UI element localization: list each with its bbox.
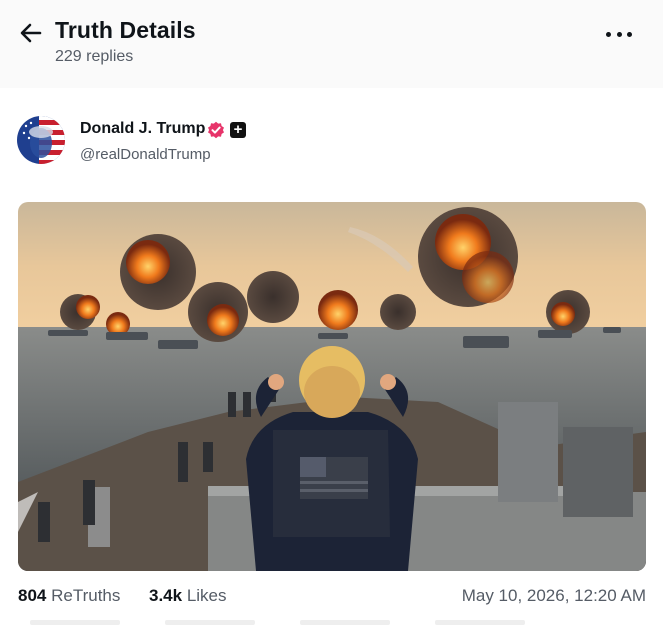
likes-label: Likes [186, 586, 227, 605]
likes-stat[interactable]: 3.4k Likes [149, 586, 227, 606]
retruths-stat[interactable]: 804 ReTruths [18, 586, 120, 606]
top-bar: Truth Details 229 replies [0, 0, 663, 88]
back-arrow-icon[interactable] [18, 20, 44, 46]
replies-count: 229 replies [55, 48, 134, 65]
avatar[interactable] [17, 116, 65, 164]
author-handle[interactable]: @realDonaldTrump [80, 146, 211, 163]
post-image[interactable] [18, 202, 646, 571]
verified-badge-icon [207, 121, 225, 139]
action-bar-hint [30, 620, 120, 625]
action-bar-hint [435, 620, 525, 625]
action-bar-hint [165, 620, 255, 625]
more-options-icon[interactable] [606, 28, 632, 40]
retruths-label: ReTruths [51, 586, 121, 605]
page-title: Truth Details [55, 17, 196, 43]
action-bar-hint [300, 620, 390, 625]
retruths-count: 804 [18, 586, 47, 605]
author-name[interactable]: Donald J. Trump [80, 120, 205, 138]
post-timestamp: May 10, 2026, 12:20 AM [461, 586, 646, 605]
plus-badge-icon: + [230, 122, 246, 138]
likes-count: 3.4k [149, 586, 183, 605]
post-stats: 804 ReTruths 3.4k Likes May 10, 2026, 12… [18, 586, 646, 608]
